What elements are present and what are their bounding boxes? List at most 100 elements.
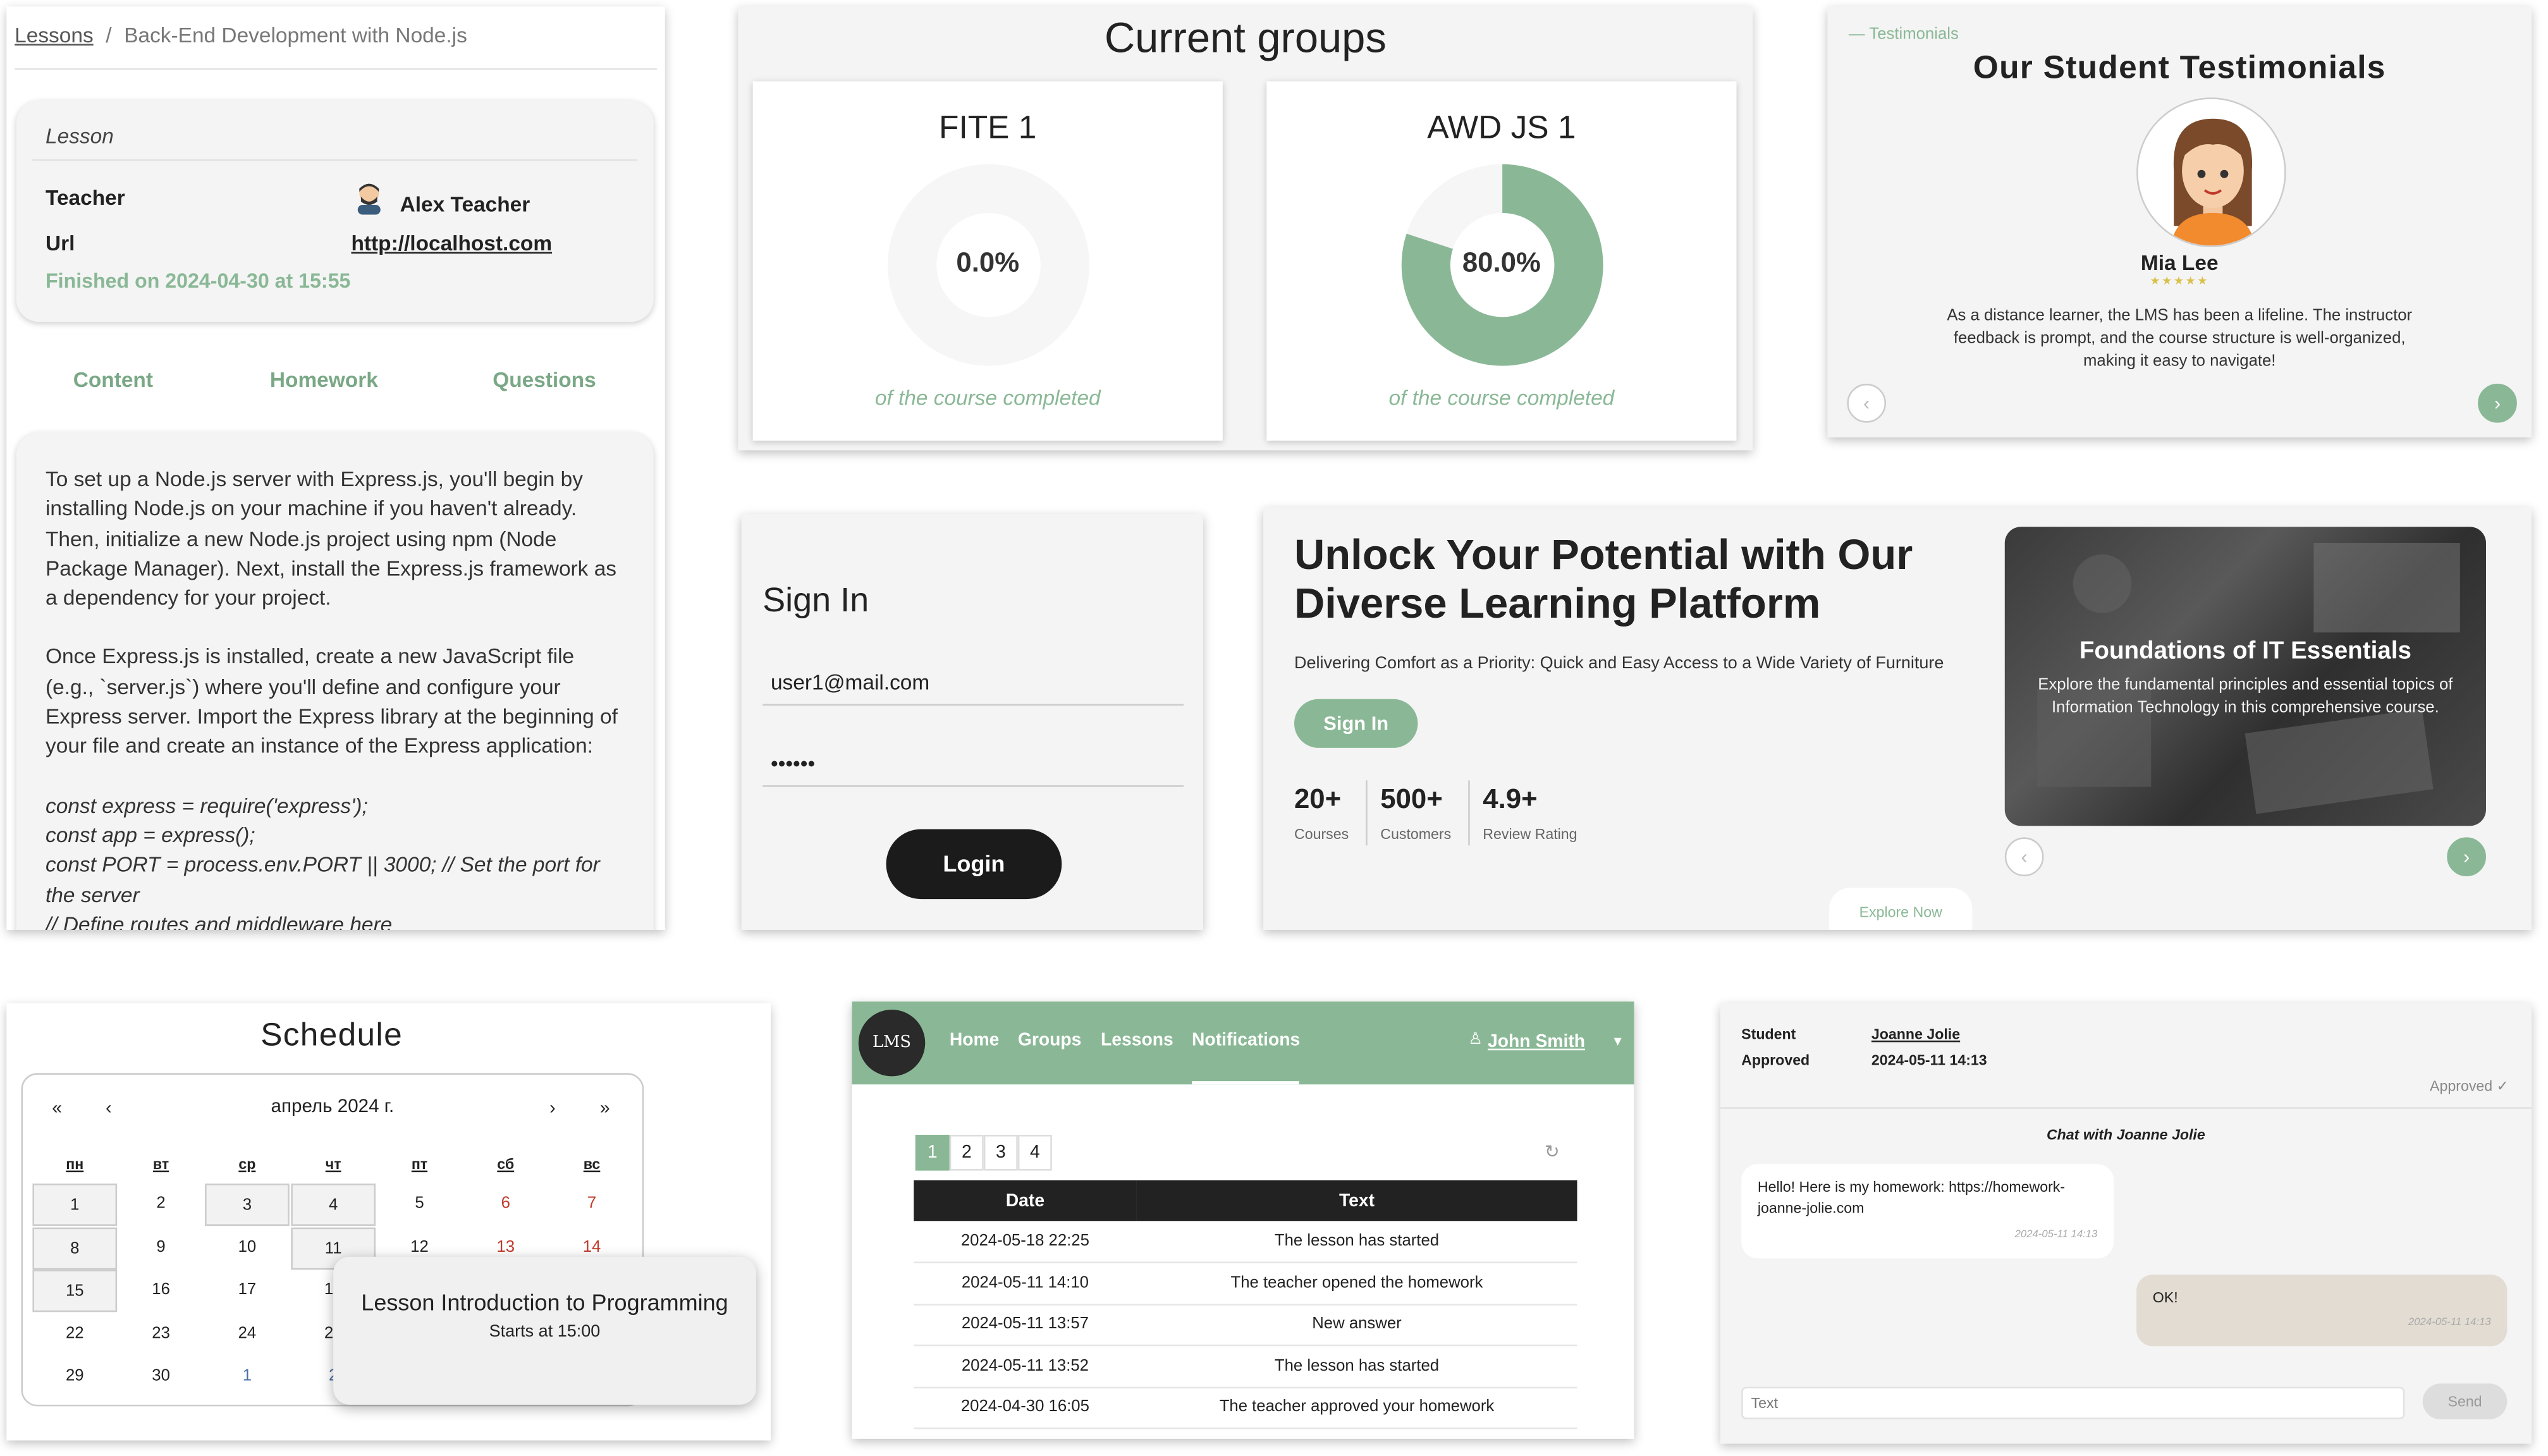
message-time: 2024-05-11 14:13 xyxy=(2408,1316,2491,1328)
lesson-popup[interactable]: Lesson Introduction to Programming Start… xyxy=(333,1256,756,1405)
table-row[interactable]: 2024-05-11 14:10 The teacher opened the h… xyxy=(914,1262,1577,1305)
password-field[interactable]: •••••• xyxy=(763,751,1184,787)
code-line: // Define routes and middleware here xyxy=(46,912,393,930)
nav-lessons[interactable]: Lessons xyxy=(1101,1031,1173,1050)
calendar-day[interactable]: 24 xyxy=(205,1314,290,1356)
calendar-day[interactable]: 10 xyxy=(205,1228,290,1270)
next-testimonial-button[interactable]: › xyxy=(2478,383,2517,423)
prev-testimonial-button[interactable]: ‹ xyxy=(1847,383,1887,423)
student-name-link[interactable]: Joanne Jolie xyxy=(1871,1026,1960,1043)
calendar-day[interactable]: 30 xyxy=(119,1356,204,1398)
nav-notifications[interactable]: Notifications xyxy=(1192,1031,1300,1050)
page-button[interactable]: 4 xyxy=(1017,1134,1052,1171)
refresh-icon[interactable]: ↻ xyxy=(1545,1141,1560,1163)
weekday-label: чт xyxy=(325,1156,341,1173)
last-month-button[interactable]: » xyxy=(600,1099,610,1118)
stat-value: 4.9+ xyxy=(1483,783,1538,815)
chevron-down-icon[interactable]: ▼ xyxy=(1611,1034,1624,1049)
calendar-day[interactable]: 2 xyxy=(119,1184,204,1226)
calendar-day[interactable]: 29 xyxy=(32,1356,117,1398)
progress-percent: 0.0% xyxy=(956,247,1020,278)
student-name: Mia Lee xyxy=(2140,250,2219,275)
breadcrumb-lessons-link[interactable]: Lessons xyxy=(15,23,94,47)
column-header: Date xyxy=(914,1180,1137,1221)
divider xyxy=(1720,1107,2532,1109)
calendar-day[interactable]: 8 xyxy=(32,1227,118,1270)
table-row[interactable]: 2024-04-30 16:05 The teacher approved you… xyxy=(914,1386,1577,1429)
stat-label: Courses xyxy=(1294,826,1349,843)
message-text: OK! xyxy=(2152,1289,2178,1306)
calendar-day[interactable]: 15 xyxy=(32,1269,118,1312)
code-line: const app = express(); xyxy=(46,823,255,847)
cell-text: The lesson has started xyxy=(1136,1221,1577,1264)
nav-active-indicator xyxy=(1191,1081,1299,1085)
calendar-day[interactable]: 4 xyxy=(291,1184,376,1226)
group-card-awdjs1[interactable]: AWD JS 1 80.0% of the course completed xyxy=(1266,81,1737,441)
explore-now-button[interactable]: Explore Now xyxy=(1829,888,1973,930)
calendar-day[interactable]: 23 xyxy=(119,1314,204,1356)
breadcrumb: Lessons / Back-End Development with Node… xyxy=(15,23,467,47)
calendar-day[interactable]: 7 xyxy=(549,1184,634,1226)
breadcrumb-separator: / xyxy=(106,23,112,47)
hero-signin-button[interactable]: Sign In xyxy=(1294,699,1418,748)
testimonials-tag: — Testimonials xyxy=(1848,26,1959,44)
calendar-day[interactable]: 3 xyxy=(205,1184,290,1226)
progress-percent: 80.0% xyxy=(1462,247,1541,278)
login-button[interactable]: Login xyxy=(886,829,1062,900)
table-row[interactable]: 2024-05-18 22:25 The lesson has started xyxy=(914,1221,1577,1264)
rating-stars-icon: ★★★★★ xyxy=(2150,276,2210,288)
chat-input[interactable]: Text xyxy=(1741,1386,2405,1420)
stat-label: Review Rating xyxy=(1483,826,1577,843)
calendar-day[interactable]: 6 xyxy=(463,1184,548,1226)
stat-label: Customers xyxy=(1380,826,1452,843)
lesson-panel: Lessons / Back-End Development with Node… xyxy=(6,6,665,930)
user-menu[interactable]: John Smith xyxy=(1488,1032,1585,1052)
course-card-image[interactable]: Foundations of IT Essentials Explore the… xyxy=(2004,527,2486,826)
signin-title: Sign In xyxy=(763,582,869,620)
email-field[interactable]: user1@mail.com xyxy=(763,670,1184,706)
table-row[interactable]: 2024-05-11 13:52 The lesson has started xyxy=(914,1345,1577,1388)
page-button[interactable]: 3 xyxy=(983,1134,1018,1171)
hero-title: Unlock Your Potential with Our Diverse L… xyxy=(1294,530,1913,628)
calendar-day[interactable]: 1 xyxy=(32,1184,118,1226)
tab-homework[interactable]: Homework xyxy=(270,367,378,392)
user-icon: ♙ xyxy=(1468,1031,1483,1049)
table-row[interactable]: 2024-05-11 13:57 New answer xyxy=(914,1304,1577,1347)
next-month-button[interactable]: › xyxy=(549,1099,555,1118)
stat-value: 500+ xyxy=(1380,783,1443,815)
calendar-day[interactable]: 9 xyxy=(119,1228,204,1270)
send-button[interactable]: Send xyxy=(2422,1383,2508,1420)
popup-subtitle: Starts at 15:00 xyxy=(489,1321,601,1342)
calendar-day[interactable]: 17 xyxy=(205,1269,290,1312)
stat-value: 20+ xyxy=(1294,783,1342,815)
cell-text: The lesson has started xyxy=(1136,1345,1577,1388)
teacher-name: Alex Teacher xyxy=(400,192,530,217)
calendar-day[interactable]: 16 xyxy=(119,1269,204,1312)
calendar-day[interactable]: 22 xyxy=(32,1314,117,1356)
page-button[interactable]: 2 xyxy=(949,1134,984,1171)
cell-date: 2024-05-11 13:57 xyxy=(914,1304,1137,1347)
nav-groups[interactable]: Groups xyxy=(1018,1031,1082,1050)
tab-content[interactable]: Content xyxy=(73,367,153,392)
divider xyxy=(1366,780,1368,846)
cell-date: 2024-05-11 13:52 xyxy=(914,1345,1137,1388)
calendar-day[interactable]: 1 xyxy=(205,1356,290,1398)
schedule-panel: Schedule « ‹ апрель 2024 г. › » пн вт ср… xyxy=(6,1003,771,1441)
lesson-url-link[interactable]: http://localhost.com xyxy=(351,231,552,255)
group-card-fite1[interactable]: FITE 1 0.0% of the course completed xyxy=(752,81,1223,441)
weekday-label: ср xyxy=(238,1156,256,1173)
tab-questions[interactable]: Questions xyxy=(493,367,596,392)
lms-logo[interactable]: LMS xyxy=(858,1009,926,1077)
calendar-day[interactable]: 5 xyxy=(377,1184,462,1226)
nav-home[interactable]: Home xyxy=(950,1031,1000,1050)
cell-date: 2024-04-30 16:05 xyxy=(914,1386,1137,1429)
stat-rating: 4.9+ Review Rating xyxy=(1483,784,1577,843)
prev-course-button[interactable]: ‹ xyxy=(2004,837,2044,877)
message-time: 2024-05-11 14:13 xyxy=(2014,1229,2098,1241)
next-course-button[interactable]: › xyxy=(2447,837,2486,877)
message-text: Hello! Here is my homework: https://home… xyxy=(1757,1178,2066,1216)
cell-date: 2024-05-11 14:10 xyxy=(914,1262,1137,1305)
page-button[interactable]: 1 xyxy=(915,1134,950,1171)
group-name: AWD JS 1 xyxy=(1427,110,1576,147)
testimonials-title: Our Student Testimonials xyxy=(1973,50,2386,87)
